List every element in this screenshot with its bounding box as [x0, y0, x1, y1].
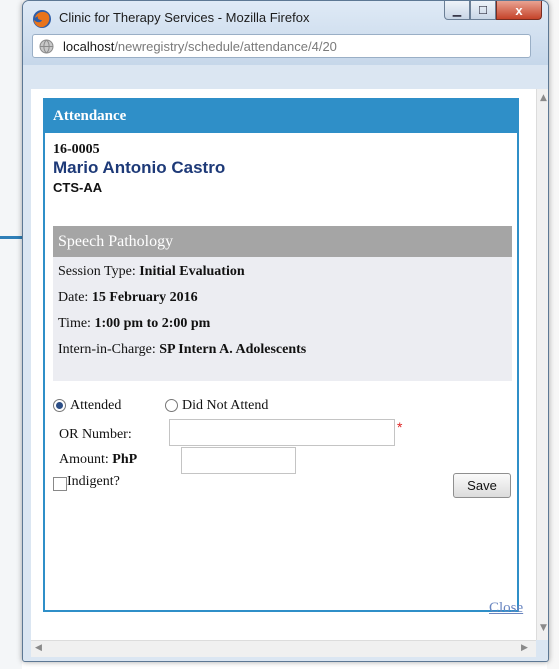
url-host: localhost — [63, 39, 115, 54]
address-bar[interactable]: localhost/newregistry/schedule/attendanc… — [32, 34, 531, 58]
save-button[interactable]: Save — [453, 473, 511, 498]
did-not-attend-radio-option[interactable]: Did Not Attend — [165, 396, 268, 414]
scroll-left-icon[interactable]: ◀ — [35, 643, 42, 653]
scroll-right-icon[interactable]: ▶ — [521, 643, 528, 653]
session-date-value: 15 February 2016 — [91, 290, 198, 305]
session-time-row: Time: 1:00 pm to 2:00 pm — [58, 316, 210, 332]
session-type-row: Session Type: Initial Evaluation — [58, 264, 245, 280]
attended-label[interactable]: Attended — [70, 398, 121, 413]
maximize-button[interactable]: ☐ — [470, 1, 496, 20]
globe-icon — [39, 39, 54, 54]
window-controls: ▁ ☐ x — [444, 1, 542, 20]
indigent-label[interactable]: Indigent? — [67, 474, 120, 490]
session-type-label: Session Type: — [58, 264, 136, 279]
session-intern-label: Intern-in-Charge: — [58, 342, 156, 357]
browser-popup-window: Clinic for Therapy Services - Mozilla Fi… — [22, 0, 549, 662]
scroll-down-icon[interactable]: ▼ — [540, 623, 547, 633]
window-titlebar: Clinic for Therapy Services - Mozilla Fi… — [23, 1, 548, 65]
firefox-icon — [33, 10, 51, 28]
required-marker: * — [397, 419, 403, 435]
window-title: Clinic for Therapy Services - Mozilla Fi… — [59, 10, 310, 25]
page-content: Attendance 16-0005 Mario Antonio Castro … — [31, 89, 536, 653]
session-intern-value: SP Intern A. Adolescents — [159, 342, 307, 357]
url-path: /newregistry/schedule/attendance/4/20 — [114, 39, 337, 54]
close-window-button[interactable]: x — [496, 1, 542, 20]
background-divider — [0, 236, 22, 239]
dialog-title: Attendance — [45, 100, 517, 133]
service-header: Speech Pathology — [53, 226, 512, 257]
or-number-label: OR Number: — [59, 427, 132, 442]
session-date-row: Date: 15 February 2016 — [58, 290, 198, 306]
did-not-attend-radio[interactable] — [165, 398, 178, 412]
session-intern-row: Intern-in-Charge: SP Intern A. Adolescen… — [58, 342, 306, 358]
did-not-attend-label[interactable]: Did Not Attend — [182, 398, 268, 413]
session-panel: Speech Pathology Session Type: Initial E… — [53, 226, 512, 381]
amount-input[interactable] — [181, 447, 296, 474]
patient-code: CTS-AA — [53, 180, 103, 195]
amount-currency: PhP — [112, 452, 138, 467]
session-type-value: Initial Evaluation — [139, 264, 245, 279]
background-page — [0, 0, 22, 669]
url-text: localhost/newregistry/schedule/attendanc… — [63, 39, 337, 54]
session-date-label: Date: — [58, 290, 89, 305]
patient-id: 16-0005 — [53, 142, 100, 157]
attendance-dialog: Attendance 16-0005 Mario Antonio Castro … — [43, 98, 519, 612]
session-time-label: Time: — [58, 316, 91, 331]
or-number-input[interactable] — [169, 419, 395, 446]
indigent-checkbox[interactable] — [53, 477, 67, 491]
attended-radio-option[interactable]: Attended — [53, 396, 121, 414]
horizontal-scrollbar[interactable]: ◀ ▶ — [31, 640, 536, 657]
amount-label-row: Amount: PhP — [59, 452, 137, 468]
minimize-button[interactable]: ▁ — [444, 1, 470, 20]
attended-radio[interactable] — [53, 398, 66, 412]
scroll-up-icon[interactable]: ▲ — [540, 93, 547, 103]
close-link[interactable]: Close — [489, 600, 523, 617]
vertical-scrollbar[interactable]: ▲ ▼ — [536, 89, 548, 640]
amount-label: Amount: — [59, 452, 109, 467]
session-time-value: 1:00 pm to 2:00 pm — [94, 316, 211, 331]
patient-name: Mario Antonio Castro — [53, 158, 226, 177]
